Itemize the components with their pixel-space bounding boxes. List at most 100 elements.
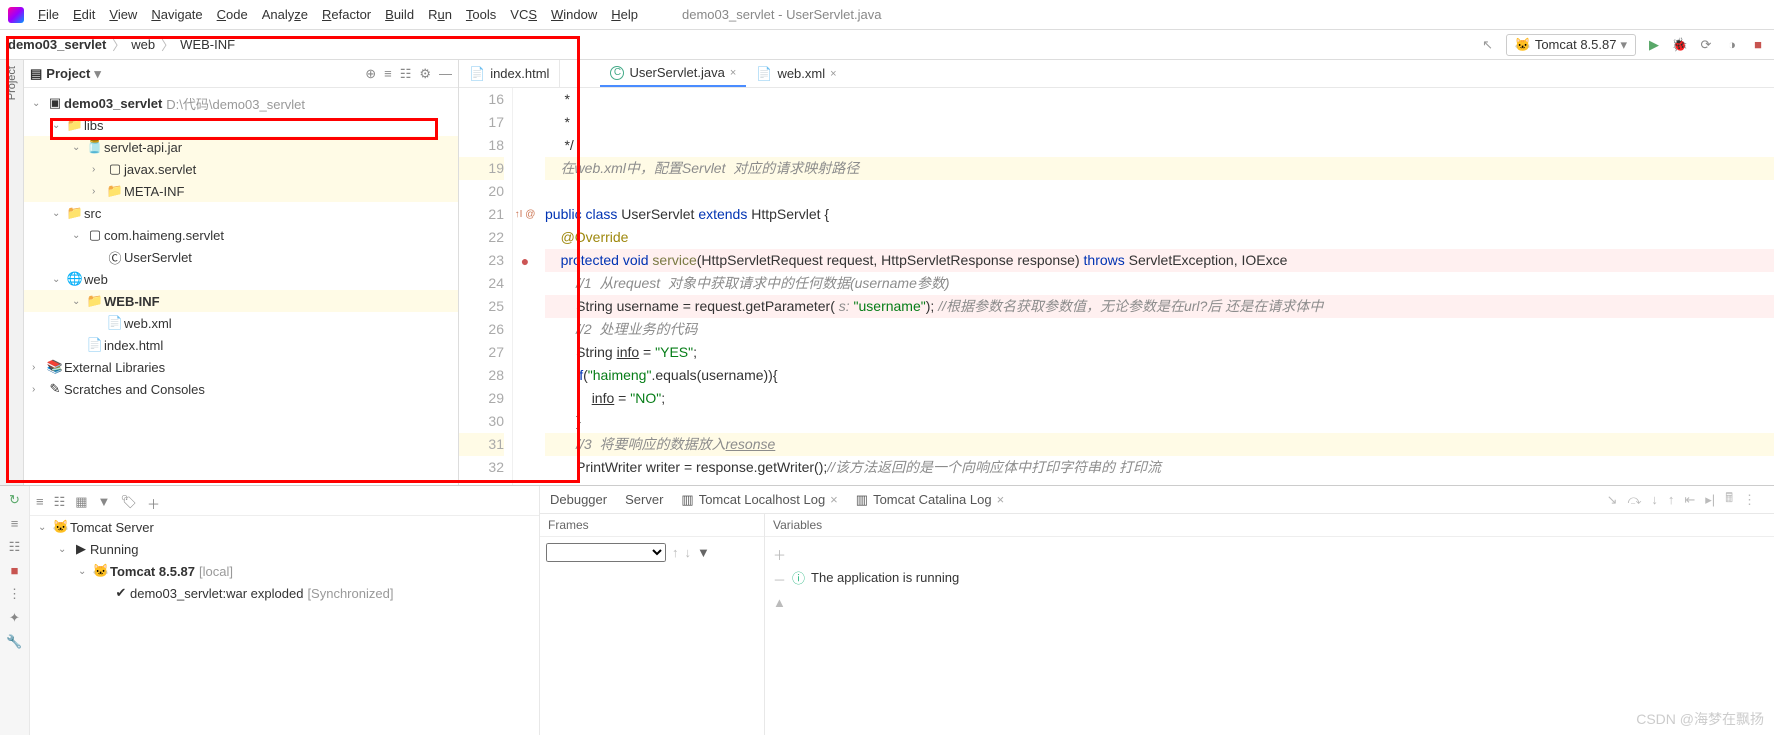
step-into-icon[interactable]: ↓: [1651, 492, 1658, 507]
hide-icon[interactable]: —: [439, 66, 452, 82]
run-configuration-selector[interactable]: 🐱 Tomcat 8.5.87 ▾: [1506, 34, 1636, 56]
show-exec-point-icon[interactable]: ↘: [1607, 492, 1618, 508]
menu-navigate[interactable]: Navigate: [151, 7, 202, 22]
menu-vcs[interactable]: VCS: [510, 7, 537, 22]
menu-file[interactable]: File: [38, 7, 59, 22]
prev-frame-icon[interactable]: ↑: [672, 545, 679, 560]
group-icon[interactable]: ▦: [75, 494, 87, 513]
tree-item-index-html[interactable]: 📄index.html: [24, 334, 458, 356]
wrench-icon[interactable]: 🔧: [6, 634, 22, 650]
tree-item-demo03-servlet[interactable]: ⌄▣demo03_servletD:\代码\demo03_servlet: [24, 92, 458, 114]
close-icon[interactable]: ×: [997, 492, 1005, 507]
add-icon[interactable]: ＋: [147, 494, 160, 513]
tree-item-meta-inf[interactable]: ›📁META-INF: [24, 180, 458, 202]
breadcrumb-item[interactable]: demo03_servlet: [8, 37, 106, 52]
back-icon[interactable]: ↖: [1480, 37, 1496, 53]
locate-icon[interactable]: ⊕: [365, 66, 376, 82]
service-item[interactable]: ⌄🐱Tomcat Server: [30, 516, 539, 538]
breadcrumb[interactable]: demo03_servlet 〉 web 〉 WEB-INF: [8, 35, 235, 54]
tab-server[interactable]: Server: [625, 492, 663, 507]
frames-thread-selector[interactable]: [546, 543, 666, 562]
log-icon: ▥: [681, 492, 693, 508]
menu-view[interactable]: View: [109, 7, 137, 22]
frames-title: Frames: [540, 514, 764, 537]
variables-title: Variables: [765, 514, 1774, 537]
drop-frame-icon[interactable]: ⇤: [1684, 492, 1695, 508]
expand-all-icon[interactable]: ≡: [384, 66, 392, 82]
filter-icon[interactable]: ▼: [697, 545, 710, 560]
tree-item-web[interactable]: ⌄🌐web: [24, 268, 458, 290]
menu-build[interactable]: Build: [385, 7, 414, 22]
menu-tools[interactable]: Tools: [466, 7, 496, 22]
tree-item-servlet-api-jar[interactable]: ⌄🫙servlet-api.jar: [24, 136, 458, 158]
variables-message: The application is running: [811, 570, 959, 585]
profile-icon[interactable]: ◑: [1724, 37, 1740, 53]
panel-title[interactable]: ▤ Project ▾: [30, 66, 101, 82]
step-out-icon[interactable]: ↑: [1668, 492, 1675, 507]
evaluate-icon[interactable]: 🖩: [1725, 489, 1733, 511]
menu-refactor[interactable]: Refactor: [322, 7, 371, 22]
run-button-icon[interactable]: ▶: [1646, 37, 1662, 53]
collapse-all-icon[interactable]: ☷: [54, 494, 66, 513]
tree-item-web-inf[interactable]: ⌄📁WEB-INF: [24, 290, 458, 312]
up-icon[interactable]: ▲: [773, 595, 786, 610]
tab-localhost-log[interactable]: ▥Tomcat Localhost Log×: [681, 492, 837, 508]
tab-catalina-log[interactable]: ▥Tomcat Catalina Log×: [856, 492, 1004, 508]
next-frame-icon[interactable]: ↓: [685, 545, 692, 560]
editor-tab-userservlet[interactable]: C UserServlet.java ×: [600, 60, 746, 87]
run-to-cursor-icon[interactable]: ▸|: [1705, 492, 1715, 508]
expand-icon[interactable]: ≡: [11, 516, 19, 531]
close-icon[interactable]: ×: [730, 67, 736, 79]
tree-item-javax-servlet[interactable]: ›▢javax.servlet: [24, 158, 458, 180]
menu-analyze[interactable]: Analyze: [262, 7, 308, 22]
breadcrumb-item[interactable]: WEB-INF: [180, 37, 235, 52]
filter-icon[interactable]: ⋮: [8, 586, 21, 602]
project-tool-button[interactable]: Project: [6, 66, 18, 100]
editor-tab-webxml[interactable]: 📄 web.xml ×: [746, 60, 846, 87]
menu-edit[interactable]: Edit: [73, 7, 95, 22]
run-coverage-icon[interactable]: ⟳: [1698, 37, 1714, 53]
menu-window[interactable]: Window: [551, 7, 597, 22]
services-tool-window: ↻ ≡ ☷ ■ ⋮ ✦ 🔧 ≡ ☷ ▦ ▼ 🏷 ＋ ⌄🐱Tomcat Serve…: [0, 485, 1774, 735]
frames-panel: Frames ↑ ↓ ▼: [540, 514, 765, 735]
log-icon: ▥: [856, 492, 868, 508]
menu-help[interactable]: Help: [611, 7, 638, 22]
service-item[interactable]: ✔demo03_servlet:war exploded [Synchroniz…: [30, 582, 539, 604]
close-icon[interactable]: ×: [830, 492, 838, 507]
tree-item-libs[interactable]: ⌄📁libs: [24, 114, 458, 136]
more-icon[interactable]: ⋮: [1743, 492, 1756, 508]
service-item[interactable]: ⌄▶Running: [30, 538, 539, 560]
gear-icon[interactable]: ⚙: [419, 66, 431, 82]
services-tree[interactable]: ≡ ☷ ▦ ▼ 🏷 ＋ ⌄🐱Tomcat Server⌄▶Running⌄🐱To…: [30, 486, 540, 735]
tab-debugger[interactable]: Debugger: [550, 492, 607, 507]
close-icon[interactable]: ×: [830, 68, 836, 80]
filter-icon[interactable]: ▼: [98, 494, 111, 513]
menu-code[interactable]: Code: [217, 7, 248, 22]
services-left-toolbar: ↻ ≡ ☷ ■ ⋮ ✦ 🔧: [0, 486, 30, 735]
collapse-all-icon[interactable]: ☷: [400, 66, 412, 82]
chevron-down-icon: ▾: [94, 66, 101, 82]
tree-item-external-libraries[interactable]: ›📚External Libraries: [24, 356, 458, 378]
debug-button-icon[interactable]: 🐞: [1672, 37, 1688, 53]
rerun-icon[interactable]: ↻: [9, 492, 20, 508]
remove-watch-icon[interactable]: －: [773, 570, 786, 589]
tree-item-userservlet[interactable]: ⒸUserServlet: [24, 246, 458, 268]
menu-run[interactable]: Run: [428, 7, 452, 22]
stop-button-icon[interactable]: ■: [1750, 37, 1766, 53]
tree-item-scratches-and-consoles[interactable]: ›✎Scratches and Consoles: [24, 378, 458, 400]
expand-all-icon[interactable]: ≡: [36, 494, 44, 513]
service-item[interactable]: ⌄🐱Tomcat 8.5.87 [local]: [30, 560, 539, 582]
watermark: CSDN @海梦在飘扬: [1636, 709, 1764, 729]
tree-item-com-haimeng-servlet[interactable]: ⌄▢com.haimeng.servlet: [24, 224, 458, 246]
tree-item-src[interactable]: ⌄📁src: [24, 202, 458, 224]
tag-icon[interactable]: 🏷: [120, 494, 137, 513]
collapse-icon[interactable]: ☷: [9, 539, 21, 555]
step-over-icon[interactable]: ⤼: [1627, 492, 1641, 508]
add-watch-icon[interactable]: ＋: [773, 545, 786, 564]
stop-icon[interactable]: ■: [11, 563, 19, 578]
breadcrumb-item[interactable]: web: [131, 37, 155, 52]
toolbar-right: ↖ 🐱 Tomcat 8.5.87 ▾ ▶ 🐞 ⟳ ◑ ■: [1480, 34, 1766, 56]
tree-item-web-xml[interactable]: 📄web.xml: [24, 312, 458, 334]
editor-tab-index[interactable]: 📄 index.html: [459, 60, 560, 87]
settings-icon[interactable]: ✦: [9, 610, 20, 626]
